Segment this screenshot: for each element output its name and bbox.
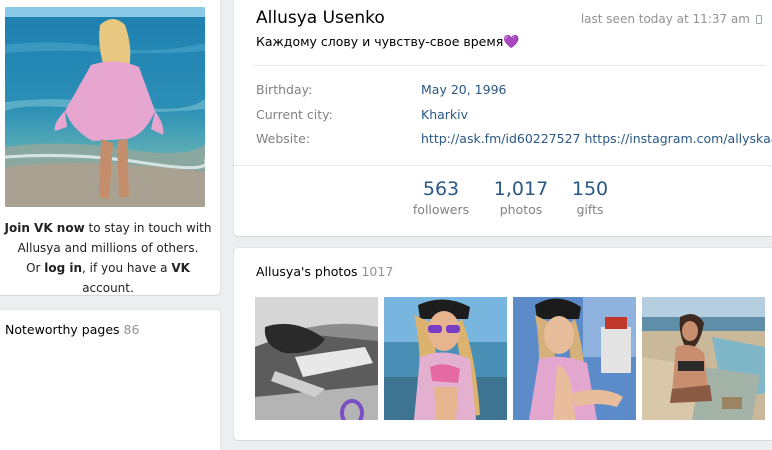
birthday-value[interactable]: May 20, 1996	[421, 82, 506, 97]
profile-info-card: Allusya Usenko last seen today at 11:37 …	[234, 0, 772, 236]
photos-title[interactable]: Allusya's photos	[256, 264, 357, 279]
profile-status: Каждому слову и чувству-свое время💜	[256, 34, 520, 50]
gifts-counter[interactable]: 150 gifts	[568, 177, 612, 219]
purple-heart-icon: 💜	[503, 35, 520, 50]
or-text: Or	[26, 261, 45, 275]
photo-thumbnail[interactable]	[513, 297, 636, 420]
gifts-label: gifts	[576, 202, 604, 217]
followers-counter[interactable]: 563 followers	[406, 177, 476, 219]
followers-label: followers	[412, 202, 470, 217]
noteworthy-pages-card: Noteworthy pages 86	[0, 310, 220, 450]
divider	[234, 165, 772, 166]
join-vk-prompt: Join VK now to stay in touch with Allusy…	[0, 218, 216, 298]
city-label: Current city:	[256, 107, 333, 122]
city-value[interactable]: Kharkiv	[421, 107, 468, 122]
photos-card: Allusya's photos 1017	[234, 248, 772, 440]
divider	[254, 65, 766, 66]
join-vk-link[interactable]: Join VK now	[5, 221, 85, 235]
noteworthy-pages-count: 86	[123, 322, 140, 337]
login-link[interactable]: log in	[44, 261, 82, 275]
website-value[interactable]: http://ask.fm/id60227527 https://instagr…	[421, 131, 772, 146]
photos-total-count: 1017	[361, 264, 394, 279]
photo-thumbnail[interactable]	[642, 297, 765, 420]
account-suffix-text: account.	[82, 281, 134, 295]
photos-counter[interactable]: 1,017 photos	[490, 177, 552, 219]
login-suffix-text: , if you have a	[82, 261, 172, 275]
photos-count: 1,017	[493, 178, 549, 200]
status-text: Каждому слову и чувству-свое время	[256, 34, 504, 49]
gifts-count: 150	[571, 178, 609, 200]
followers-count: 563	[422, 178, 460, 200]
birthday-label: Birthday:	[256, 82, 313, 97]
noteworthy-pages-title[interactable]: Noteworthy pages	[5, 322, 120, 337]
last-seen-text: last seen today at 11:37 am	[580, 12, 750, 26]
photos-label: photos	[499, 202, 543, 217]
last-seen-status: last seen today at 11:37 am	[581, 12, 762, 26]
noteworthy-pages-header[interactable]: Noteworthy pages 86	[5, 322, 139, 337]
photo-thumbnail[interactable]	[384, 297, 507, 420]
vk-brand-text: VK	[171, 261, 190, 275]
mobile-phone-icon	[756, 15, 762, 24]
profile-photo-card: Join VK now to stay in touch with Allusy…	[0, 0, 220, 295]
profile-name: Allusya Usenko	[256, 8, 385, 28]
photos-header[interactable]: Allusya's photos 1017	[256, 264, 393, 279]
photo-thumbnail[interactable]	[255, 297, 378, 420]
profile-avatar[interactable]	[5, 7, 205, 207]
website-label: Website:	[256, 131, 311, 146]
